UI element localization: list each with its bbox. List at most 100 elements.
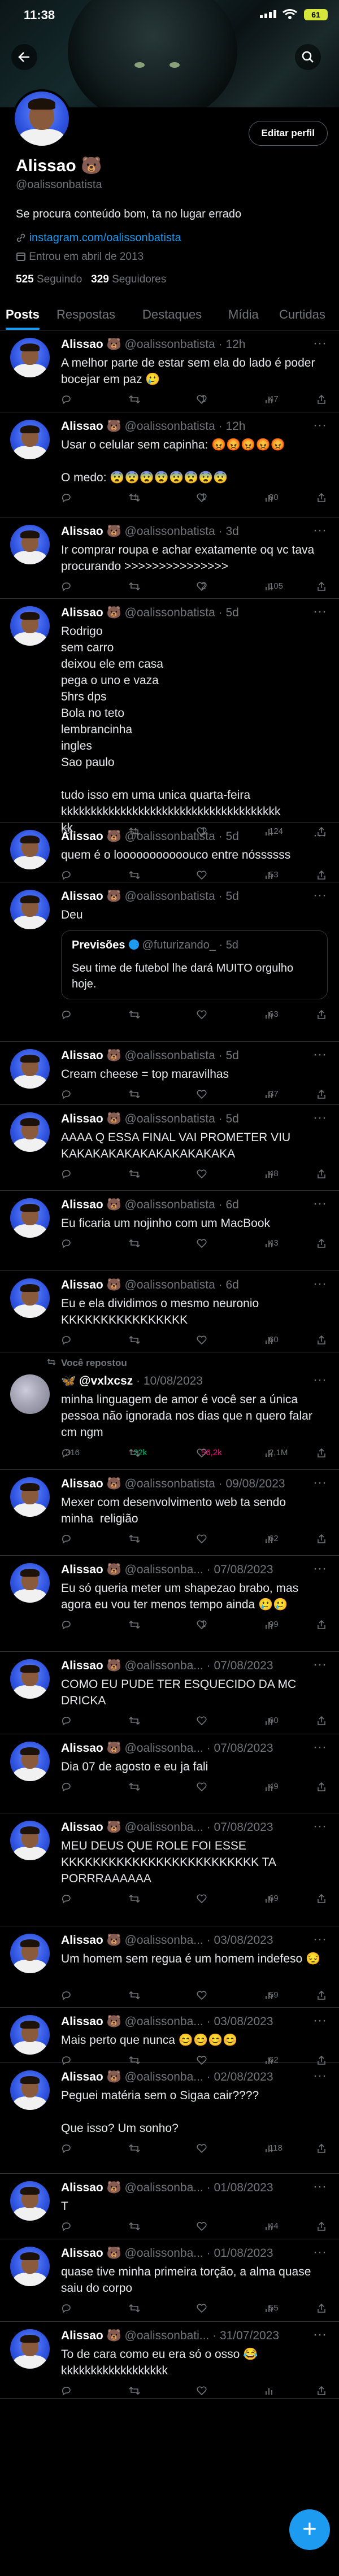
like-button[interactable]: [197, 1990, 207, 2000]
views-button[interactable]: 49: [264, 1782, 279, 1791]
share-button[interactable]: [316, 2303, 327, 2316]
reply-button[interactable]: [61, 1782, 71, 1792]
share-button[interactable]: [316, 1990, 327, 2003]
avatar[interactable]: [10, 890, 50, 929]
tweet-author-name[interactable]: Alissao 🐻: [61, 1049, 121, 1062]
edit-profile-button[interactable]: Editar perfil: [248, 121, 328, 146]
tweet-author-name[interactable]: Alissao 🐻: [61, 1278, 121, 1291]
share-button[interactable]: [316, 493, 327, 505]
reply-button[interactable]: [61, 1009, 71, 1020]
tweet-handle[interactable]: @oalissonbatista: [125, 1049, 215, 1062]
like-button[interactable]: [197, 1335, 207, 1345]
more-icon[interactable]: ···: [313, 2179, 327, 2195]
quoted-time[interactable]: 5d: [226, 939, 238, 951]
tweet-handle[interactable]: @oalissonbatista: [125, 338, 215, 351]
share-button[interactable]: [316, 1782, 327, 1794]
avatar[interactable]: [10, 1742, 50, 1781]
reply-button[interactable]: [61, 394, 71, 404]
tweet[interactable]: Alissao 🐻 @oalissonba... · 01/08/2023 ···…: [0, 2239, 339, 2322]
tweet-handle[interactable]: @oalissonbatista: [125, 525, 215, 538]
quoted-handle[interactable]: @futurizando_: [142, 939, 216, 951]
views-button[interactable]: 43: [264, 1238, 279, 1248]
views-button[interactable]: 44: [264, 2221, 279, 2231]
repost-button[interactable]: [129, 1716, 140, 1725]
following-link[interactable]: 525 Seguindo: [16, 273, 82, 285]
like-button[interactable]: [197, 1089, 207, 1099]
reply-button[interactable]: [61, 2303, 71, 2313]
views-button[interactable]: 80: [264, 493, 279, 502]
like-button[interactable]: [197, 1782, 207, 1792]
tweet[interactable]: Alissao 🐻 @oalissonbatista · 09/08/2023 ·…: [0, 1469, 339, 1556]
more-icon[interactable]: ···: [313, 417, 327, 433]
tweet[interactable]: Alissao 🐻 @oalissonba... · 03/08/2023 ···…: [0, 2007, 339, 2065]
tweet[interactable]: Alissao 🐻 @oalissonbatista · 5d ··· Cream …: [0, 1041, 339, 1105]
like-button[interactable]: [197, 2303, 207, 2313]
like-button[interactable]: [197, 1716, 207, 1726]
more-icon[interactable]: ···: [313, 887, 327, 903]
repost-button[interactable]: [129, 2303, 140, 2313]
tab-replies[interactable]: Respostas: [56, 307, 115, 322]
tweet[interactable]: Alissao 🐻 @oalissonbatista · 6d ··· Eu e e…: [0, 1270, 339, 1352]
tweet-handle[interactable]: @oalissonbatista: [125, 1477, 215, 1490]
more-icon[interactable]: ···: [313, 604, 327, 620]
reply-button[interactable]: [61, 1894, 71, 1904]
avatar[interactable]: [10, 606, 50, 646]
reply-button[interactable]: [61, 1620, 71, 1630]
tweet-handle[interactable]: @oalissonba...: [125, 1563, 203, 1576]
reply-button[interactable]: [61, 1089, 71, 1099]
reply-button[interactable]: [61, 2143, 71, 2153]
tweet-author-name[interactable]: Alissao 🐻: [61, 606, 121, 619]
share-button[interactable]: [316, 2221, 327, 2234]
tweet-time[interactable]: 07/08/2023: [214, 1742, 273, 1755]
views-button[interactable]: 63: [264, 1009, 279, 1019]
tweet[interactable]: Alissao 🐻 @oalissonba... · 07/08/2023 ···…: [0, 1555, 339, 1652]
views-button[interactable]: 55: [264, 2303, 279, 2313]
tweet-author-name[interactable]: Alissao 🐻: [61, 1659, 121, 1672]
tweet-author-name[interactable]: Alissao 🐻: [61, 2181, 121, 2194]
views-button[interactable]: 69: [264, 1894, 279, 1903]
reply-button[interactable]: 316: [61, 1448, 80, 1458]
tweet-handle[interactable]: @oalissonbati...: [125, 2329, 210, 2342]
tweet-handle[interactable]: @oalissonba...: [125, 2247, 203, 2260]
avatar[interactable]: [10, 2247, 50, 2286]
avatar[interactable]: [10, 1477, 50, 1517]
repost-button[interactable]: [129, 1894, 140, 1903]
share-button[interactable]: [316, 1620, 327, 1632]
like-button[interactable]: [197, 2221, 207, 2231]
tweet-handle[interactable]: @oalissonba...: [125, 2181, 203, 2194]
tweet[interactable]: Alissao 🐻 @oalissonba... · 07/08/2023 ···…: [0, 1813, 339, 1926]
tweet[interactable]: Alissao 🐻 @oalissonba... · 01/08/2023 ···…: [0, 2173, 339, 2239]
share-button[interactable]: [316, 2143, 327, 2156]
tweet-time[interactable]: 07/08/2023: [214, 1563, 273, 1576]
more-icon[interactable]: ···: [313, 2013, 327, 2029]
tweet-time[interactable]: 09/08/2023: [225, 1477, 285, 1490]
more-icon[interactable]: ···: [313, 523, 327, 538]
tab-media[interactable]: Mídia: [228, 307, 259, 322]
avatar[interactable]: [10, 1374, 50, 1414]
tweet-time[interactable]: 12h: [225, 420, 245, 433]
tweet-author-name[interactable]: Alissao 🐻: [61, 2015, 121, 2028]
reply-button[interactable]: [61, 1534, 71, 1544]
avatar[interactable]: [10, 420, 50, 459]
tweet-author-name[interactable]: Alissao 🐻: [61, 525, 121, 538]
views-button[interactable]: 60: [264, 1716, 279, 1725]
tweet-time[interactable]: 5d: [225, 830, 238, 843]
tweet-author-name[interactable]: Alissao 🐻: [61, 1112, 121, 1125]
repost-button[interactable]: [129, 2143, 140, 2153]
profile-link-text[interactable]: instagram.com/oalissonbatista: [29, 232, 181, 244]
more-icon[interactable]: ···: [313, 2327, 327, 2343]
tweet[interactable]: Alissao 🐻 @oalissonbatista · 5d ··· AAAA Q…: [0, 1104, 339, 1191]
more-icon[interactable]: ···: [313, 1276, 327, 1292]
avatar[interactable]: [10, 338, 50, 377]
tweet-time[interactable]: 01/08/2023: [214, 2181, 273, 2194]
views-button[interactable]: 2,1M: [264, 1448, 288, 1457]
reply-button[interactable]: [61, 493, 71, 503]
tweet-handle[interactable]: @oalissonbatista: [125, 830, 215, 843]
repost-button[interactable]: [129, 1335, 140, 1344]
reply-button[interactable]: [61, 870, 71, 880]
like-button[interactable]: [197, 870, 207, 880]
tweet-time[interactable]: 03/08/2023: [214, 1934, 273, 1947]
reply-button[interactable]: [61, 1169, 71, 1179]
tweet-author-name[interactable]: Alissao 🐻: [61, 1563, 121, 1576]
like-button[interactable]: [197, 1534, 207, 1544]
